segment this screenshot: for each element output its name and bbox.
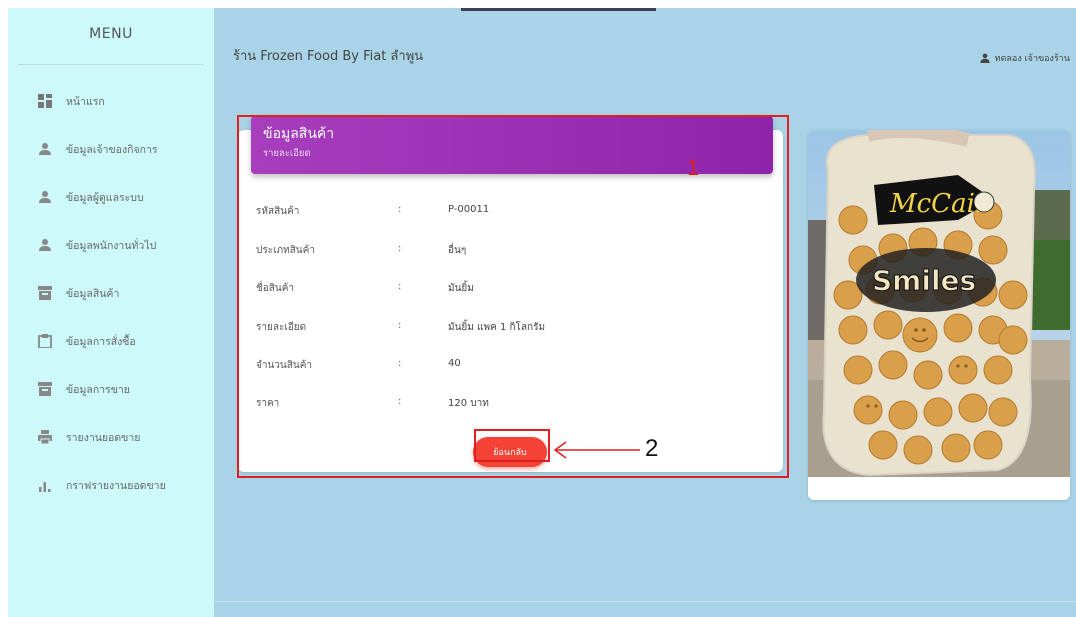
back-button[interactable]: ย้อนกลับ (473, 437, 547, 467)
sidebar-item-sales[interactable]: ข้อมูลการขาย (8, 374, 214, 404)
archive-icon (38, 382, 52, 396)
person-icon (39, 191, 51, 203)
row-label: ราคา (256, 398, 280, 409)
product-text: Smiles (872, 264, 976, 297)
sidebar-item-sales-chart[interactable]: กราฟรายงานยอดขาย (8, 470, 214, 500)
row-colon: : (398, 204, 402, 215)
sidebar-item-label: รายงานยอดขาย (66, 432, 141, 444)
product-detail-card: ข้อมูลสินค้า รายละเอียด รหัสสินค้า : P-0… (238, 116, 783, 472)
sidebar-item-employee[interactable]: ข้อมูลพนักงานทั่วไป (8, 230, 214, 260)
detail-row-price: ราคา : 120 บาท (256, 396, 756, 412)
page-title: ร้าน Frozen Food By Fiat ลำพูน (233, 49, 424, 64)
row-value: อื่นๆ (448, 245, 467, 256)
user-name: ทดลอง เจ้าของร้าน (994, 54, 1070, 64)
product-photo: McCain Smiles (808, 130, 1070, 477)
top-indicator (461, 8, 656, 11)
row-value: มันยิ้ม (448, 283, 474, 294)
row-colon: : (398, 281, 402, 292)
row-colon: : (398, 358, 402, 369)
sidebar-item-label: ข้อมูลผู้ดูแลระบบ (66, 192, 144, 204)
row-label: ชื่อสินค้า (256, 283, 295, 294)
annotation-arrow (553, 441, 640, 459)
sidebar-item-label: กราฟรายงานยอดขาย (66, 480, 166, 492)
app-frame: MENU หน้าแรก ข้อมูลเจ้าของกิจการ ข้อมูลผ… (8, 8, 1076, 617)
sidebar-item-label: ข้อมูลการขาย (66, 384, 130, 396)
row-colon: : (398, 243, 402, 254)
row-value: มันยิ้ม แพค 1 กิโลกรัม (448, 322, 546, 333)
card-title: ข้อมูลสินค้า (263, 126, 335, 142)
detail-row-quantity: จำนวนสินค้า : 40 (256, 358, 756, 374)
row-label: รหัสสินค้า (256, 206, 300, 217)
detail-row-name: ชื่อสินค้า : มันยิ้ม (256, 281, 756, 297)
row-label: จำนวนสินค้า (256, 360, 313, 371)
detail-row-code: รหัสสินค้า : P-00011 (256, 204, 756, 220)
row-colon: : (398, 396, 402, 407)
sidebar-item-owner[interactable]: ข้อมูลเจ้าของกิจการ (8, 134, 214, 164)
sidebar: MENU หน้าแรก ข้อมูลเจ้าของกิจการ ข้อมูลผ… (8, 8, 214, 617)
bar-chart-icon (39, 482, 51, 492)
dashboard-icon (38, 94, 52, 108)
person-icon (39, 143, 51, 155)
footer-divider (214, 601, 1076, 602)
sidebar-item-label: หน้าแรก (66, 96, 105, 108)
detail-row-description: รายละเอียด : มันยิ้ม แพค 1 กิโลกรัม (256, 320, 756, 336)
person-icon (979, 53, 990, 63)
sidebar-item-label: ข้อมูลสินค้า (66, 288, 120, 300)
sidebar-item-label: ข้อมูลพนักงานทั่วไป (66, 240, 157, 252)
sidebar-item-product[interactable]: ข้อมูลสินค้า (8, 278, 214, 308)
row-value: P-00011 (448, 204, 490, 215)
card-subtitle: รายละเอียด (263, 148, 311, 159)
row-value: 120 บาท (448, 398, 489, 409)
printer-icon (38, 430, 52, 444)
sidebar-item-sales-report[interactable]: รายงานยอดขาย (8, 422, 214, 452)
sidebar-title: MENU (89, 26, 133, 42)
annotation-label-2: 2 (645, 435, 659, 462)
row-label: ประเภทสินค้า (256, 245, 315, 256)
sidebar-item-label: ข้อมูลการสั่งซื้อ (66, 336, 136, 348)
sidebar-item-orders[interactable]: ข้อมูลการสั่งซื้อ (8, 326, 214, 356)
user-menu[interactable]: ทดลอง เจ้าของร้าน (979, 51, 1070, 65)
annotation-label-1: 1 (687, 155, 700, 180)
archive-icon (38, 286, 52, 300)
product-photo-card: McCain Smiles (808, 130, 1070, 500)
person-icon (39, 239, 51, 251)
row-label: รายละเอียด (256, 322, 307, 333)
sidebar-item-admin[interactable]: ข้อมูลผู้ดูแลระบบ (8, 182, 214, 212)
sidebar-divider (18, 64, 204, 65)
row-colon: : (398, 320, 402, 331)
clipboard-icon (38, 334, 52, 348)
row-value: 40 (448, 358, 461, 369)
sidebar-item-home[interactable]: หน้าแรก (8, 86, 214, 116)
sidebar-item-label: ข้อมูลเจ้าของกิจการ (66, 144, 158, 156)
detail-row-type: ประเภทสินค้า : อื่นๆ (256, 243, 756, 259)
